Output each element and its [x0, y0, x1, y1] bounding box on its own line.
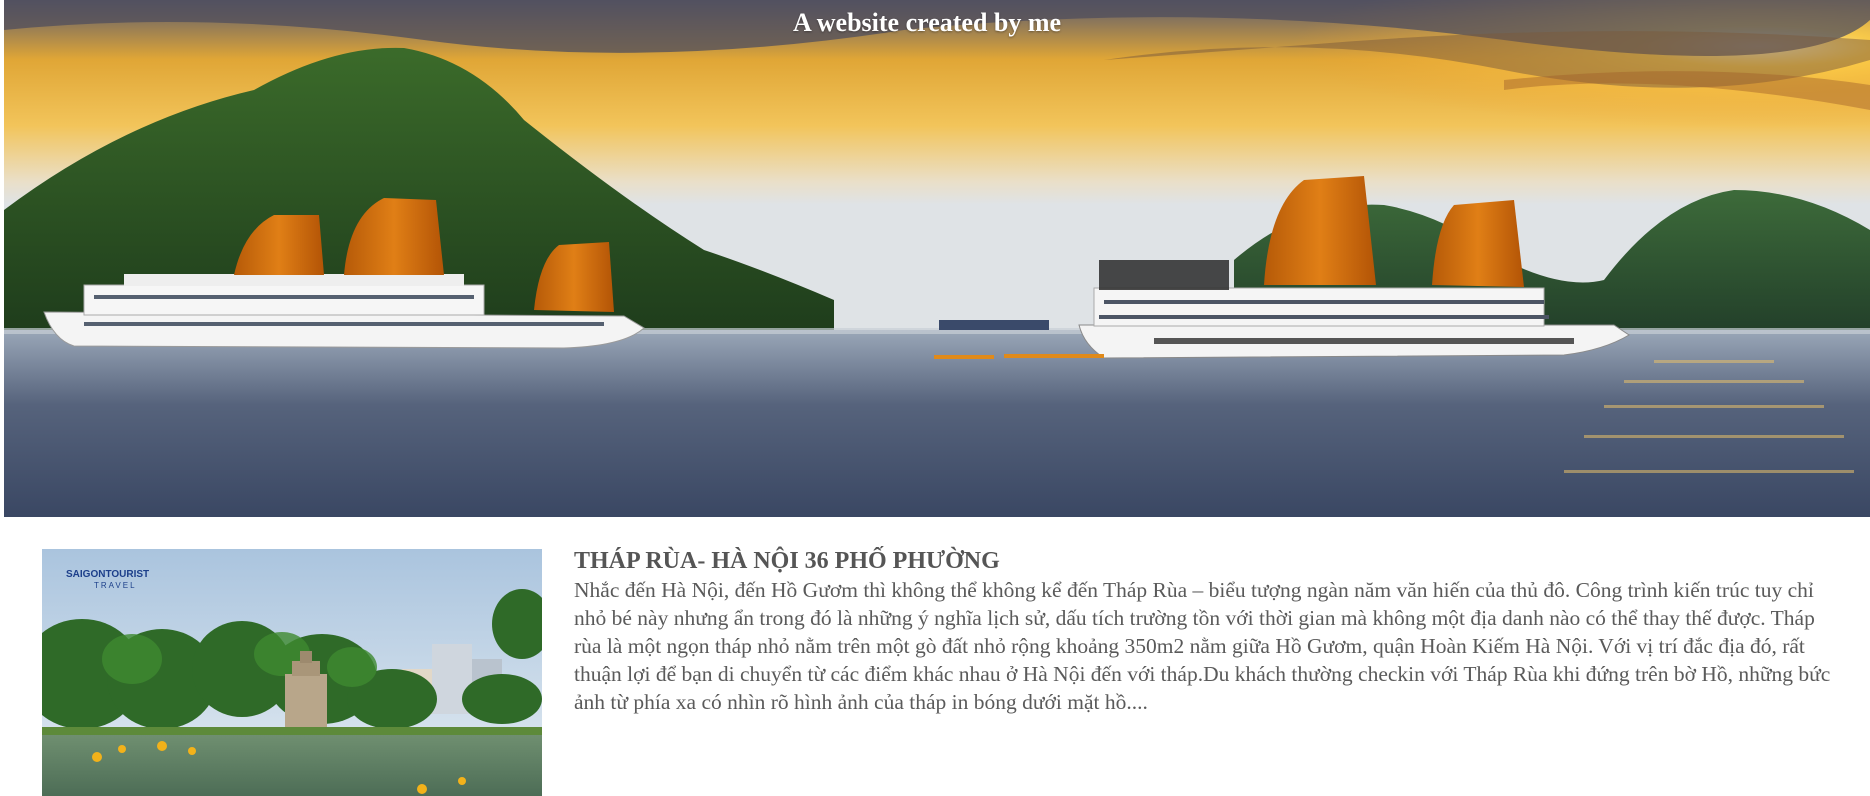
- logo-subtext: TRAVEL: [94, 581, 137, 590]
- saigontourist-logo: SAIGONTOURIST TRAVEL: [66, 569, 149, 591]
- article-title: THÁP RÙA- HÀ NỘI 36 PHỐ PHƯỜNG: [574, 548, 1000, 574]
- article: THÁP RÙA- HÀ NỘI 36 PHỐ PHƯỜNG Nhắc đến …: [574, 546, 1844, 716]
- article-body: Nhắc đến Hà Nội, đến Hồ Gươm thì không t…: [574, 578, 1831, 714]
- hero-banner: A website created by me: [4, 0, 1870, 517]
- hero-image: [4, 0, 1870, 517]
- article-thumbnail: SAIGONTOURIST TRAVEL: [42, 549, 542, 796]
- site-title: A website created by me: [792, 8, 1062, 37]
- page: A website created by me SAIGONTOURIST TR…: [0, 0, 1870, 796]
- logo-text: SAIGONTOURIST: [66, 569, 150, 580]
